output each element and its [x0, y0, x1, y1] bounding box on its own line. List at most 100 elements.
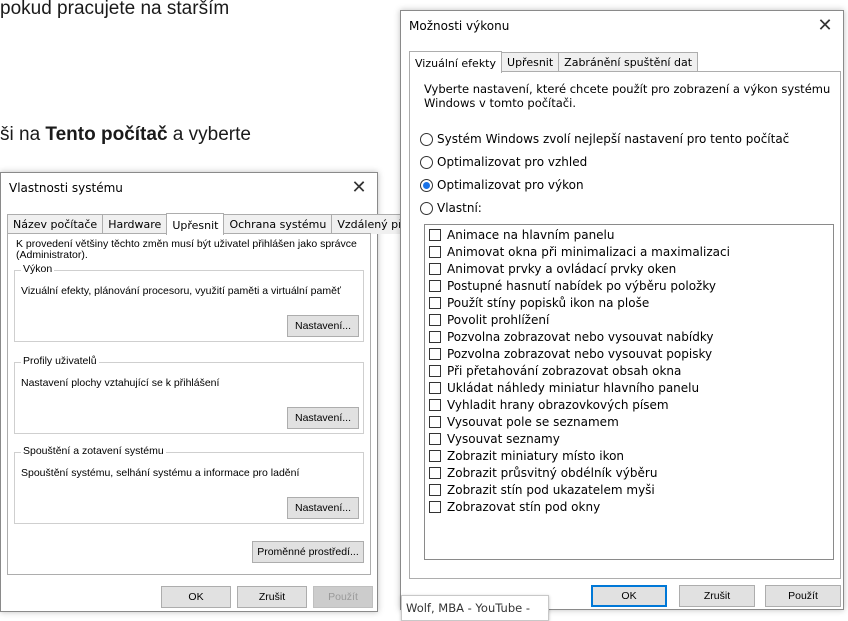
- radio-button-selected[interactable]: [420, 178, 433, 192]
- list-item[interactable]: Vyhladit hrany obrazovkových písem: [429, 397, 669, 412]
- document-text-bold: Tento počítač: [45, 124, 168, 145]
- list-item[interactable]: Povolit prohlížení: [429, 312, 549, 327]
- system-properties-dialog: Vlastnosti systému ✕ Název počítače Hard…: [0, 172, 436, 612]
- radio-best-appearance[interactable]: Optimalizovat pro vzhled: [420, 155, 587, 169]
- tab-advanced[interactable]: Upřesnit: [501, 52, 560, 72]
- checkbox[interactable]: [429, 279, 441, 292]
- user-profiles-group-text: Nastavení plochy vztahující se k přihláš…: [21, 377, 220, 389]
- checkbox[interactable]: [429, 228, 441, 241]
- list-item[interactable]: Zobrazit miniatury místo ikon: [429, 448, 624, 463]
- checkbox-label: Animovat prvky a ovládací prvky oken: [447, 261, 677, 276]
- apply-button[interactable]: Použít: [313, 586, 373, 608]
- radio-let-windows-choose[interactable]: Systém Windows zvolí nejlepší nastavení …: [420, 132, 789, 146]
- checkbox[interactable]: [429, 381, 441, 394]
- checkbox[interactable]: [429, 415, 441, 428]
- tab-computer-name[interactable]: Název počítače: [7, 214, 104, 234]
- startup-recovery-group-text: Spouštění systému, selhání systému a inf…: [21, 467, 300, 479]
- list-item[interactable]: Zobrazit průsvitný obdélník výběru: [429, 465, 657, 480]
- radio-label: Optimalizovat pro vzhled: [437, 155, 588, 169]
- list-item[interactable]: Zobrazit stín pod ukazatelem myši: [429, 482, 655, 497]
- checkbox-label: Ukládat náhledy miniatur hlavního panelu: [447, 380, 700, 395]
- tab-visual-effects[interactable]: Vizuální efekty: [409, 51, 503, 73]
- list-item[interactable]: Použít stíny popisků ikon na ploše: [429, 295, 649, 310]
- checkbox-label: Vysouvat seznamy: [447, 431, 560, 446]
- list-item[interactable]: Při přetahování zobrazovat obsah okna: [429, 363, 681, 378]
- advanced-tab-panel: K provedení většiny těchto změn musí být…: [7, 233, 371, 575]
- startup-recovery-group: Spouštění a zotavení systému Spouštění s…: [14, 445, 364, 524]
- cancel-button[interactable]: Zrušit: [679, 585, 755, 607]
- performance-options-tabs: Vizuální efekty Upřesnit Zabránění spušt…: [409, 51, 699, 73]
- checkbox[interactable]: [429, 364, 441, 377]
- performance-options-titlebar: Možnosti výkonu ✕: [401, 11, 843, 41]
- list-item[interactable]: Ukládat náhledy miniatur hlavního panelu: [429, 380, 699, 395]
- checkbox[interactable]: [429, 330, 441, 343]
- checkbox[interactable]: [429, 296, 441, 309]
- list-item[interactable]: Postupné hasnutí nabídek po výběru polož…: [429, 278, 716, 293]
- checkbox-label: Vyhladit hrany obrazovkových písem: [447, 397, 669, 412]
- checkbox-label: Zobrazit průsvitný obdélník výběru: [447, 465, 658, 480]
- close-icon[interactable]: ✕: [347, 177, 371, 199]
- checkbox[interactable]: [429, 432, 441, 445]
- checkbox-label: Při přetahování zobrazovat obsah okna: [447, 363, 682, 378]
- list-item[interactable]: Animovat prvky a ovládací prvky oken: [429, 261, 676, 276]
- ok-button[interactable]: OK: [591, 585, 667, 607]
- checkbox-label: Postupné hasnutí nabídek po výběru polož…: [447, 278, 716, 293]
- user-profiles-group-label: Profily uživatelů: [21, 355, 99, 367]
- checkbox-label: Animovat okna při minimalizaci a maximal…: [447, 244, 730, 259]
- performance-options-title: Možnosti výkonu: [409, 19, 510, 33]
- list-item[interactable]: Animace na hlavním panelu: [429, 227, 615, 242]
- radio-button[interactable]: [420, 201, 433, 215]
- system-properties-titlebar: Vlastnosti systému ✕: [1, 173, 377, 203]
- performance-options-dialog: Možnosti výkonu ✕ Vizuální efekty Upřesn…: [400, 10, 844, 621]
- checkbox-label: Pozvolna zobrazovat nebo vysouvat popisk…: [447, 346, 713, 361]
- system-properties-title: Vlastnosti systému: [9, 181, 123, 195]
- environment-variables-button[interactable]: Proměnné prostředí...: [252, 541, 364, 563]
- performance-group-text: Vizuální efekty, plánování procesoru, vy…: [21, 285, 341, 297]
- checkbox-label: Animace na hlavním panelu: [447, 227, 615, 242]
- list-item[interactable]: Vysouvat seznamy: [429, 431, 560, 446]
- visual-effects-list[interactable]: Animace na hlavním panelu Animovat okna …: [424, 224, 834, 560]
- apply-button[interactable]: Použít: [765, 585, 841, 607]
- list-item[interactable]: Zobrazovat stín pod okny: [429, 499, 600, 514]
- checkbox[interactable]: [429, 500, 441, 513]
- list-item[interactable]: Vysouvat pole se seznamem: [429, 414, 619, 429]
- ok-button[interactable]: OK: [161, 586, 231, 608]
- checkbox-label: Zobrazovat stín pod okny: [447, 499, 601, 514]
- performance-group-label: Výkon: [21, 263, 55, 275]
- list-item[interactable]: Pozvolna zobrazovat nebo vysouvat nabídk…: [429, 329, 713, 344]
- youtube-watermark: Wolf, MBA - YouTube -: [401, 595, 549, 621]
- radio-button[interactable]: [420, 132, 433, 146]
- radio-label: Systém Windows zvolí nejlepší nastavení …: [437, 132, 790, 146]
- cancel-button[interactable]: Zrušit: [237, 586, 307, 608]
- list-item[interactable]: Animovat okna při minimalizaci a maximal…: [429, 244, 730, 259]
- tab-advanced[interactable]: Upřesnit: [166, 213, 225, 235]
- performance-group: Výkon Vizuální efekty, plánování proceso…: [14, 263, 364, 342]
- checkbox-label: Vysouvat pole se seznamem: [447, 414, 619, 429]
- checkbox[interactable]: [429, 483, 441, 496]
- user-profiles-group: Profily uživatelů Nastavení plochy vztah…: [14, 355, 364, 434]
- checkbox[interactable]: [429, 347, 441, 360]
- tab-hardware[interactable]: Hardware: [102, 214, 168, 234]
- checkbox[interactable]: [429, 398, 441, 411]
- checkbox[interactable]: [429, 466, 441, 479]
- checkbox[interactable]: [429, 313, 441, 326]
- radio-label: Vlastní:: [437, 201, 482, 215]
- list-item[interactable]: Pozvolna zobrazovat nebo vysouvat popisk…: [429, 346, 712, 361]
- radio-button[interactable]: [420, 155, 433, 169]
- startup-recovery-settings-button[interactable]: Nastavení...: [287, 497, 359, 519]
- checkbox[interactable]: [429, 245, 441, 258]
- radio-best-performance[interactable]: Optimalizovat pro výkon: [420, 178, 584, 192]
- checkbox[interactable]: [429, 449, 441, 462]
- radio-label: Optimalizovat pro výkon: [437, 178, 584, 192]
- checkbox-label: Použít stíny popisků ikon na ploše: [447, 295, 650, 310]
- checkbox-label: Pozvolna zobrazovat nebo vysouvat nabídk…: [447, 329, 714, 344]
- tab-dep[interactable]: Zabránění spuštění dat: [558, 52, 699, 72]
- user-profiles-settings-button[interactable]: Nastavení...: [287, 407, 359, 429]
- checkbox[interactable]: [429, 262, 441, 275]
- tab-system-protection[interactable]: Ochrana systému: [223, 214, 333, 234]
- close-icon[interactable]: ✕: [813, 15, 837, 37]
- checkbox-label: Povolit prohlížení: [447, 312, 550, 327]
- visual-effects-panel: Vyberte nastavení, které chcete použít p…: [409, 71, 841, 579]
- radio-custom[interactable]: Vlastní:: [420, 201, 482, 215]
- performance-settings-button[interactable]: Nastavení...: [287, 315, 359, 337]
